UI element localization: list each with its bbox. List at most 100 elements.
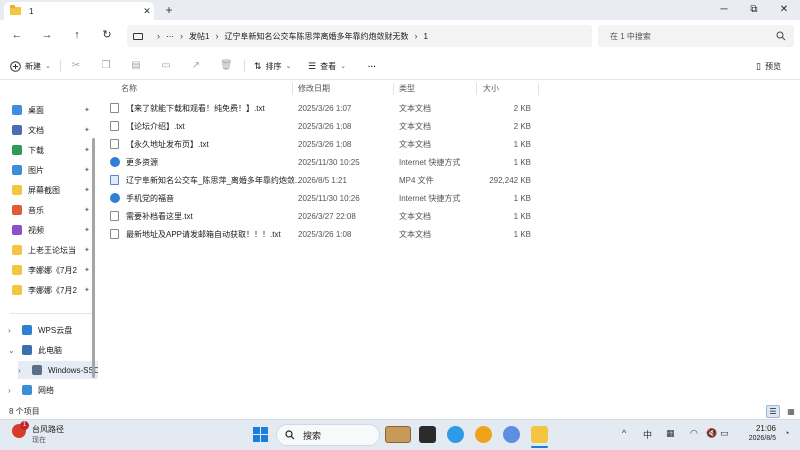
file-modified: 2025/11/30 10:26 — [298, 193, 360, 203]
file-type: Internet 快捷方式 — [399, 157, 461, 167]
new-tab-button[interactable]: + — [160, 3, 178, 17]
delete-button[interactable]: 🗑 — [220, 58, 233, 74]
chevron-down-icon: ⌄ — [340, 63, 346, 70]
sidebar-tree-item[interactable]: › WPS云盘 — [8, 321, 88, 339]
address-bar[interactable]: › ⋯ › 发帖1 › 辽宁阜新知名公交车陈思萍离婚多年靠约炮敛财无数 › 1 — [127, 25, 592, 47]
file-row[interactable]: 更多资源 2025/11/30 10:25 Internet 快捷方式 1 KB — [110, 153, 540, 171]
notification-bell-icon[interactable]: ◔ — [784, 428, 789, 438]
file-modified: 2026/3/27 22:08 — [298, 211, 356, 221]
up-button[interactable]: ↑ — [69, 27, 85, 43]
close-tab-button[interactable]: ✕ — [140, 6, 154, 17]
input-method-icon[interactable]: 中 — [643, 428, 652, 441]
search-icon — [776, 31, 786, 41]
search-highlight-icon[interactable] — [385, 426, 411, 443]
preview-button[interactable]: ▯ 预览 — [756, 58, 781, 74]
sidebar-item[interactable]: 图片 ✦ — [12, 161, 92, 179]
sidebar-item[interactable]: 下载 ✦ — [12, 141, 92, 159]
sidebar-tree-item[interactable]: ⌄ 此电脑 — [8, 341, 88, 359]
wifi-icon[interactable]: ◠ — [690, 428, 698, 439]
breadcrumb-item[interactable]: 发帖1 — [189, 31, 209, 42]
pin-icon: ✦ — [84, 227, 90, 234]
file-name: 更多资源 — [126, 157, 158, 167]
sort-label: 排序 — [265, 61, 282, 71]
forward-button[interactable]: → — [39, 27, 55, 43]
file-row[interactable]: 最新地址及APP请发邮箱自动获取！！！.txt 2025/3/26 1:08 文本文… — [110, 225, 540, 243]
folder-icon — [10, 5, 21, 15]
clock-time[interactable]: 21:06 — [740, 424, 776, 433]
more-options-button[interactable]: ··· — [368, 58, 376, 74]
folder-icon — [12, 285, 22, 295]
app-icon-blue[interactable] — [503, 426, 520, 443]
weather-title[interactable]: 台风路径 — [32, 424, 64, 435]
column-header-name[interactable]: 名称 — [121, 83, 137, 95]
battery-icon[interactable]: ▭ — [720, 428, 729, 439]
sidebar-item[interactable]: 屏幕截图 ✦ — [12, 181, 92, 199]
file-row[interactable]: 【论坛介绍】.txt 2025/3/26 1:08 文本文档 2 KB — [110, 117, 540, 135]
cut-button[interactable]: ✂ — [70, 58, 82, 74]
search-placeholder: 在 1 中搜索 — [610, 31, 651, 41]
expand-chevron-icon[interactable]: › — [8, 326, 18, 335]
internet-shortcut-icon — [110, 193, 120, 203]
file-type: 文本文档 — [399, 211, 431, 221]
close-window-button[interactable]: ✕ — [772, 2, 796, 18]
breadcrumb-item[interactable]: 1 — [423, 32, 427, 41]
show-hidden-icons-button[interactable]: ^ — [622, 428, 626, 438]
maximize-button[interactable]: ⧉ — [742, 2, 766, 18]
internet-shortcut-icon — [110, 157, 120, 167]
paste-button[interactable]: ▤ — [130, 58, 142, 74]
sort-button[interactable]: ⇅ 排序 ⌄ — [254, 58, 291, 74]
preview-label: 预览 — [764, 61, 781, 71]
new-button[interactable]: 新建 ⌄ — [10, 58, 51, 74]
column-header-size[interactable]: 大小 — [483, 83, 499, 95]
sidebar-item[interactable]: 文档 ✦ — [12, 121, 92, 139]
refresh-button[interactable]: ↻ — [99, 27, 115, 43]
search-input[interactable]: 在 1 中搜索 — [598, 25, 794, 47]
view-button[interactable]: ☰ 查看 ⌄ — [308, 58, 346, 74]
rename-button[interactable]: ▭ — [160, 58, 172, 74]
toolbar-divider — [60, 60, 61, 72]
details-view-button[interactable]: ☰ — [766, 405, 780, 418]
column-divider — [476, 83, 477, 95]
sidebar-item[interactable]: 上老王论坛当 ✦ — [12, 241, 92, 259]
start-button[interactable] — [253, 427, 268, 442]
grid-tray-icon[interactable]: ▦ — [666, 428, 675, 439]
breadcrumb-more[interactable]: ⋯ — [166, 32, 174, 41]
expand-chevron-icon[interactable]: ⌄ — [8, 346, 18, 355]
sidebar-item[interactable]: 李娜娜《7月2 ✦ — [12, 281, 92, 299]
sidebar-scrollbar[interactable] — [92, 138, 95, 378]
task-view-icon[interactable] — [419, 426, 436, 443]
sidebar-tree-item[interactable]: › 网络 — [8, 381, 88, 399]
file-row[interactable]: 辽宁阜新知名公交车_陈思萍_离婚多年靠约炮敛... 2026/8/5 1:21 MP… — [110, 171, 540, 189]
file-row[interactable]: 【来了就能下载和观看！纯免费！】.txt 2025/3/26 1:07 文本文档 2 … — [110, 99, 540, 117]
file-row[interactable]: 需要补档看这里.txt 2026/3/27 22:08 文本文档 1 KB — [110, 207, 540, 225]
sidebar-item[interactable]: 李娜娜《7月2 ✦ — [12, 261, 92, 279]
back-button[interactable]: ← — [9, 27, 25, 43]
column-header-type[interactable]: 类型 — [399, 83, 415, 95]
sidebar-tree-label: 网络 — [38, 385, 54, 395]
minimize-button[interactable]: ─ — [712, 2, 736, 18]
sidebar-item-label: 音乐 — [28, 205, 44, 215]
expand-chevron-icon[interactable]: › — [18, 366, 28, 375]
file-modified: 2025/3/26 1:08 — [298, 229, 352, 239]
copy-button[interactable]: ❐ — [100, 58, 112, 74]
sidebar-tree-item[interactable]: › Windows-SSD — [18, 361, 102, 379]
file-row[interactable]: 手机党的福音 2025/11/30 10:26 Internet 快捷方式 1 KB — [110, 189, 540, 207]
app-icon-orange[interactable] — [475, 426, 492, 443]
volume-muted-icon[interactable]: 🔇 — [706, 428, 717, 439]
sidebar-item-label: 屏幕截图 — [28, 185, 60, 195]
taskbar-search[interactable]: 搜索 — [276, 424, 380, 446]
share-button[interactable]: ↗ — [190, 58, 202, 74]
tiles-view-button[interactable]: ▦ — [784, 405, 798, 418]
breadcrumb-item[interactable]: 辽宁阜新知名公交车陈思萍离婚多年靠约炮敛财无数 — [224, 31, 408, 42]
expand-chevron-icon[interactable]: › — [8, 386, 18, 395]
sidebar-item[interactable]: 音乐 ✦ — [12, 201, 92, 219]
clock-date[interactable]: 2026/8/5 — [740, 435, 776, 442]
file-explorer-taskbar-icon[interactable] — [531, 426, 548, 443]
sidebar-item[interactable]: 桌面 ✦ — [12, 101, 92, 119]
chevron-down-icon: ⌄ — [285, 63, 292, 70]
tab-1[interactable]: 1 ✕ — [4, 2, 154, 20]
column-header-modified[interactable]: 修改日期 — [298, 83, 330, 95]
file-row[interactable]: 【永久地址发布页】.txt 2025/3/26 1:08 文本文档 1 KB — [110, 135, 540, 153]
edge-browser-icon[interactable] — [447, 426, 464, 443]
sidebar-item[interactable]: 视频 ✦ — [12, 221, 92, 239]
